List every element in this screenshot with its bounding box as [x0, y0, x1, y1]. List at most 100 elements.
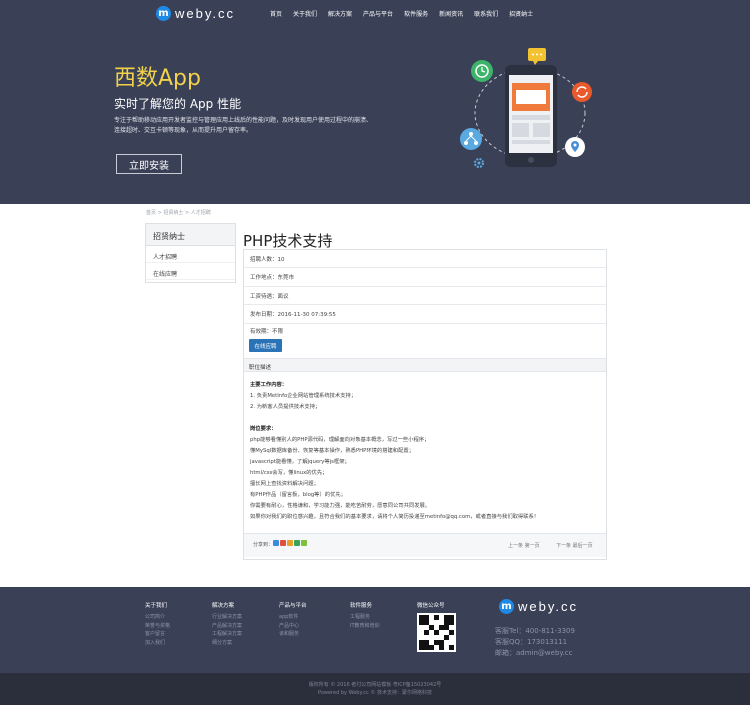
- share-service-icon[interactable]: [273, 540, 279, 546]
- sidebar-title: 招贤纳士: [146, 224, 235, 246]
- qr-code-icon: [419, 615, 454, 650]
- sidebar: 招贤纳士 人才招聘 在线应聘: [145, 223, 236, 283]
- hero-subtitle: 实时了解您的 App 性能: [114, 97, 242, 111]
- gear-icon: [474, 158, 484, 168]
- description-line: php能够看懂别人的PHP源代码，理解面向对象基本概念，写过一些小程序；: [250, 437, 430, 443]
- footer-logo-mark-icon: m: [499, 599, 514, 614]
- footer-column-solutions: 解决方案 行业解决方案 产品解决方案 工程解决方案 细分方案: [212, 601, 242, 647]
- description-line: javascript能看懂，了解jquery等js框架；: [250, 459, 350, 465]
- field-salary: 工资待遇：面议: [244, 287, 606, 305]
- description-line: 2. 为新客人员提供技术支持；: [250, 404, 321, 410]
- site-logo[interactable]: m weby.cc: [156, 5, 235, 21]
- next-label: 下一条: [556, 543, 572, 549]
- copyright-bar: 版权所有 © 2016 者付公司网站模板 粤ICP备15023042号 Powe…: [0, 673, 750, 705]
- nav-item-jobs[interactable]: 招贤纳士: [509, 9, 533, 18]
- footer-link[interactable]: 荣誉与资格: [145, 622, 170, 631]
- logo-mark-icon: m: [156, 5, 171, 21]
- footer-link[interactable]: 该和服务: [279, 630, 307, 639]
- footer-column-services: 软件服务 工程服务 IT教育和培训: [350, 601, 380, 630]
- prev-label: 上一条: [508, 543, 524, 549]
- powered-by-text: Powered by Weby.cc © 技术支持：蒙尔网络科技: [318, 690, 432, 696]
- nav-item-products[interactable]: 产品与平台: [363, 9, 393, 18]
- page-title: PHP技术支持: [243, 232, 333, 250]
- footer-link[interactable]: 加入我们: [145, 639, 170, 648]
- footer-link[interactable]: 公司简介: [145, 613, 170, 622]
- logo-text: weby.cc: [175, 5, 235, 21]
- field-location: 工作地点：东莞市: [244, 268, 606, 287]
- description-line: 懂MySql数据库备份、恢复等基本操作，熟悉PHP环境的搭建和配置；: [250, 448, 414, 454]
- description-line: 有PHP作品（留言板，blog等）的优先；: [250, 492, 346, 498]
- description-line: 擅长网上查找资料解决问题；: [250, 481, 319, 487]
- sidebar-item-apply-online[interactable]: 在线应聘: [146, 263, 235, 280]
- prev-value[interactable]: 第一页: [525, 543, 540, 549]
- description-line: 如果你对我们的职位感兴趣，且符合我们的基本要求，请将个人简历投递至metinfo…: [250, 514, 540, 520]
- share-service-icon[interactable]: [280, 540, 286, 546]
- footer-column-title: 关于我们: [145, 603, 168, 609]
- footer-link[interactable]: 客户留言: [145, 630, 170, 639]
- footer-link[interactable]: 工程服务: [350, 613, 380, 622]
- footer-link[interactable]: 行业解决方案: [212, 613, 242, 622]
- footer-contact: 客服Tel：400-811-3309 客服QQ：173013111 邮箱：adm…: [495, 626, 575, 659]
- field-headcount: 招聘人数：10: [244, 250, 606, 268]
- share-service-icon[interactable]: [287, 540, 293, 546]
- contact-tel: 客服Tel：400-811-3309: [495, 627, 575, 635]
- description-line: 你需要有耐心，性格谦和，学习能力强，能吃苦耐劳，愿意同公司共同发展。: [250, 503, 431, 509]
- footer-column-title: 解决方案: [212, 603, 235, 609]
- description-line: 1. 负责MetInfo企业网站管理系统技术支持；: [250, 393, 357, 399]
- nav-item-about[interactable]: 关于我们: [293, 9, 317, 18]
- install-button[interactable]: 立即安装: [116, 154, 182, 174]
- refresh-icon: [572, 82, 592, 102]
- hero-desc-line: 连接超时、交互卡顿等现象，从而提升用户留存率。: [114, 127, 253, 134]
- share-bar: 分享到： 上一条 第一页 下一条 最后一页: [244, 533, 606, 557]
- footer-column-title: 软件服务: [350, 603, 373, 609]
- footer-column-wechat: 微信公众号: [417, 601, 445, 613]
- field-validity: 有效期：不限: [250, 328, 284, 335]
- next-value[interactable]: 最后一页: [573, 543, 593, 549]
- share-service-icon[interactable]: [294, 540, 300, 546]
- footer-logo-text: weby.cc: [518, 599, 578, 614]
- nav-item-news[interactable]: 新闻资讯: [439, 9, 463, 18]
- footer-column-title: 产品与平台: [279, 603, 307, 609]
- copyright-text: 版权所有 © 2016 者付公司网站模板 粤ICP备15023042号: [308, 682, 442, 688]
- footer-link[interactable]: 工程解决方案: [212, 630, 242, 639]
- description-line: [250, 413, 600, 424]
- contact-email: 邮箱：admin@weby.cc: [495, 649, 573, 657]
- next-link[interactable]: 下一条 最后一页: [556, 542, 593, 549]
- footer-column-title: 微信公众号: [417, 603, 445, 609]
- share-service-icon[interactable]: [301, 540, 307, 546]
- site-footer: 关于我们 公司简介 荣誉与资格 客户留言 加入我们 解决方案 行业解决方案 产品…: [0, 587, 750, 673]
- phone-icon: [505, 65, 557, 167]
- description-line: 主要工作内容：: [250, 382, 288, 388]
- apply-online-button[interactable]: 在线应聘: [249, 339, 282, 352]
- footer-link[interactable]: 产品中心: [279, 622, 307, 631]
- footer-logo[interactable]: m weby.cc: [499, 599, 578, 614]
- share-icon: [460, 128, 482, 150]
- footer-link[interactable]: 产品解决方案: [212, 622, 242, 631]
- app-illustration: [460, 48, 592, 168]
- hero-desc-line: 专注于帮助移动应用开发者监控与管理应用上线后的性能问题，及时发现用户使用过程中的…: [114, 117, 373, 124]
- footer-column-about: 关于我们 公司简介 荣誉与资格 客户留言 加入我们: [145, 601, 170, 647]
- description-line: 岗位要求：: [250, 426, 277, 432]
- nav-item-solutions[interactable]: 解决方案: [328, 9, 352, 18]
- clock-icon: [471, 60, 493, 82]
- job-description-body: 主要工作内容： 1. 负责MetInfo企业网站管理系统技术支持； 2. 为新客人员…: [250, 380, 600, 523]
- field-publish-date: 发布日期：2016-11-30 07:39:55: [244, 305, 606, 324]
- prev-link[interactable]: 上一条 第一页: [508, 542, 540, 549]
- description-line: html/css会写，懂linux的优先；: [250, 470, 328, 476]
- contact-qq: 客服QQ：173013111: [495, 638, 568, 646]
- nav-item-home[interactable]: 首页: [270, 9, 282, 18]
- hero-title: 西数App: [114, 66, 201, 91]
- nav-item-contact[interactable]: 联系我们: [474, 9, 498, 18]
- hero-description: 专注于帮助移动应用开发者监控与管理应用上线后的性能问题，及时发现用户使用过程中的…: [114, 116, 394, 136]
- location-icon: [565, 137, 585, 157]
- share-icons: [273, 540, 308, 546]
- sidebar-item-recruitment[interactable]: 人才招聘: [146, 246, 235, 263]
- footer-link[interactable]: 细分方案: [212, 639, 242, 648]
- nav-item-services[interactable]: 软件服务: [404, 9, 428, 18]
- footer-link[interactable]: app软件: [279, 613, 307, 622]
- job-description-heading: 职位描述: [244, 358, 606, 372]
- chat-icon: [528, 48, 546, 65]
- wechat-qr-code: [417, 613, 456, 652]
- footer-link[interactable]: IT教育和培训: [350, 622, 380, 631]
- hero-banner: m weby.cc 首页 关于我们 解决方案 产品与平台 软件服务 新闻资讯 联…: [0, 0, 750, 204]
